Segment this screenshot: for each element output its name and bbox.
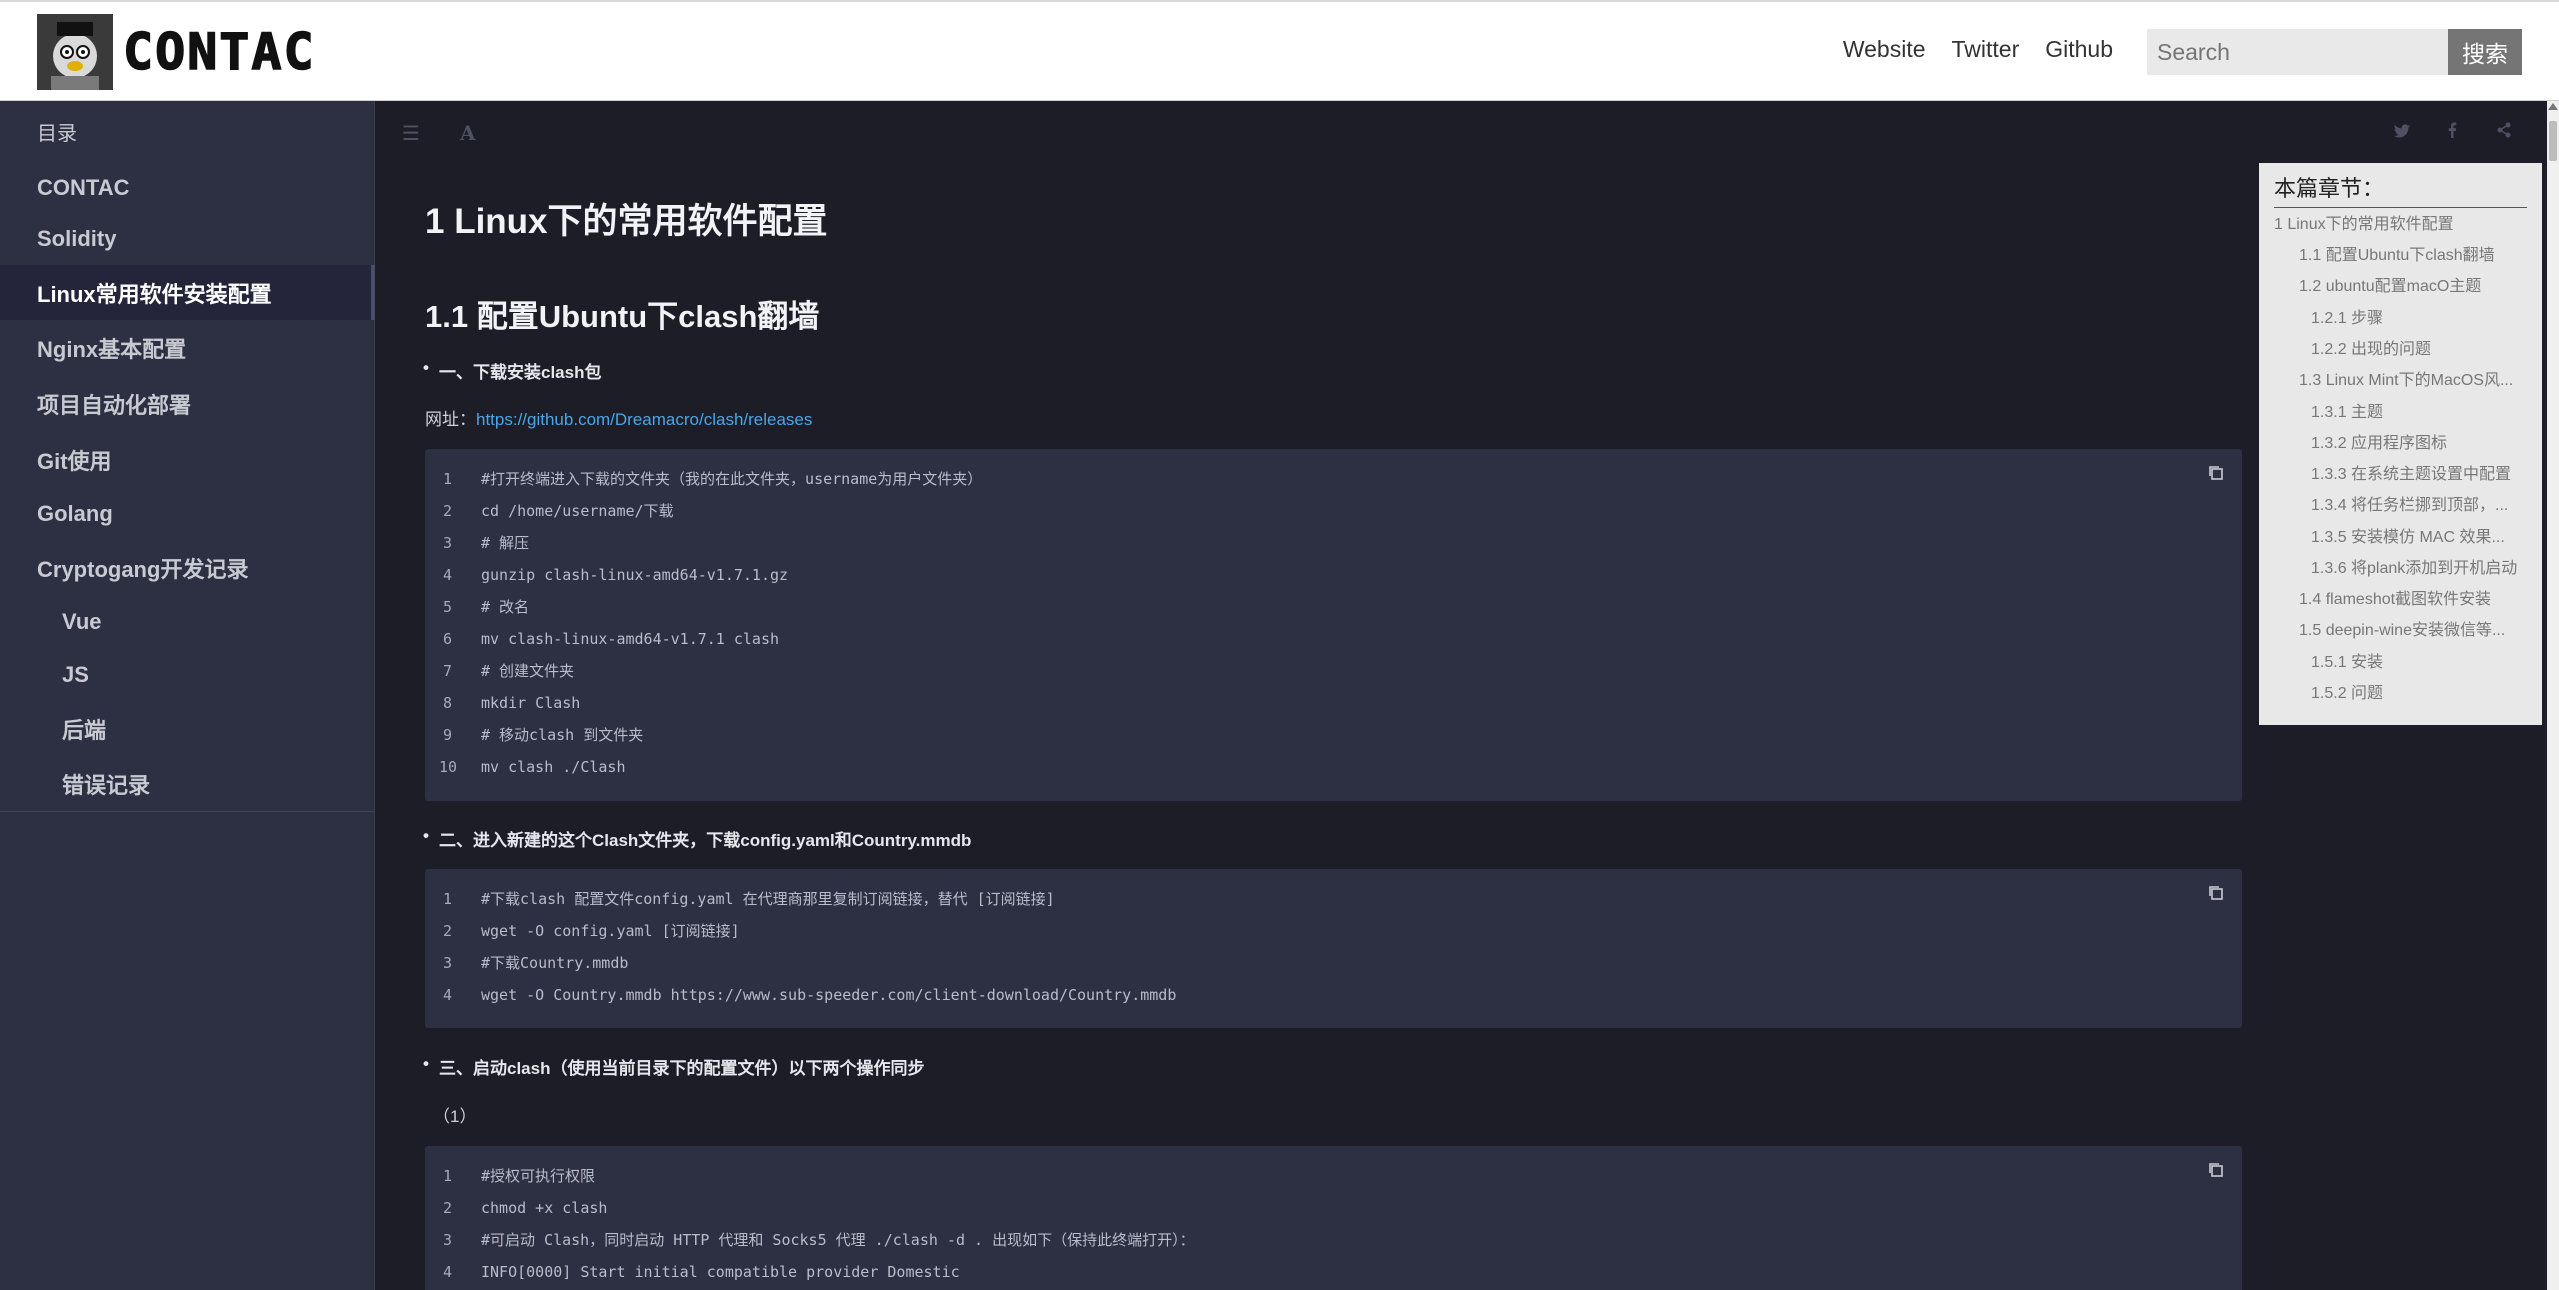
sidebar-item-js[interactable]: JS [0,648,375,701]
sidebar-item-deploy[interactable]: 项目自动化部署 [0,376,375,432]
nav-github-link[interactable]: Github [2045,36,2113,63]
step-label: （1） [433,1107,477,1126]
toc-item[interactable]: 1.5.1 安装 [2311,650,2534,676]
sidebar-list: CONTAC Solidity Linux常用软件安装配置 Nginx基本配置 … [0,163,375,812]
sidebar-item-nginx[interactable]: Nginx基本配置 [0,320,375,376]
section-title: 1.1 配置Ubuntu下clash翻墙 [425,299,820,334]
code-block-2: 1 #下载clash 配置文件config.yaml 在代理商那里复制订阅链接，替… [425,869,2242,1028]
toc-item[interactable]: 1.2 ubuntu配置macO主题 [2299,274,2534,300]
toc-item[interactable]: 1.5.2 问题 [2311,681,2534,707]
toc-item[interactable]: 1 Linux下的常用软件配置 [2274,212,2534,238]
menu-icon[interactable]: ☰ [402,121,420,146]
url-label: 网址： [425,410,476,429]
search-box: 搜索 [2147,29,2522,75]
facebook-icon[interactable] [2447,121,2457,144]
sidebar-title: 目录 [37,123,77,145]
logo-avatar-image [37,14,113,90]
toc-item[interactable]: 1.3.2 应用程序图标 [2311,431,2534,457]
page-title: 1 Linux下的常用软件配置 [425,202,828,241]
toc-panel: 本篇章节： 1 Linux下的常用软件配置 1.1 配置Ubuntu下clash… [2259,163,2542,725]
toc-item[interactable]: 1.3.1 主题 [2311,400,2534,426]
sidebar-item-cryptogang[interactable]: Cryptogang开发记录 [0,540,375,596]
copy-icon[interactable] [2206,463,2226,483]
url-paragraph: 网址：https://github.com/Dreamacro/clash/re… [425,405,812,430]
bullet-step-2: 二、进入新建的这个Clash文件夹，下载config.yaml和Country.… [423,826,971,851]
sidebar: 目录 CONTAC Solidity Linux常用软件安装配置 Nginx基本… [0,101,375,1290]
sidebar-item-git[interactable]: Git使用 [0,432,375,487]
releases-link[interactable]: https://github.com/Dreamacro/clash/relea… [476,410,812,429]
toc-item[interactable]: 1.3.5 安装模仿 MAC 效果... [2311,525,2534,551]
sidebar-item-golang[interactable]: Golang [0,487,375,540]
font-icon[interactable]: A [460,121,476,145]
toc-item[interactable]: 1.2.2 出现的问题 [2311,337,2534,363]
logo-text: CONTAC [122,22,316,82]
copy-icon[interactable] [2206,1160,2226,1180]
toc-item[interactable]: 1.1 配置Ubuntu下clash翻墙 [2299,243,2534,269]
content-toolbar: ☰ A [375,101,2547,161]
nav-website-link[interactable]: Website [1843,36,1926,63]
bullet-step-3: 三、启动clash（使用当前目录下的配置文件）以下两个操作同步 [423,1054,925,1079]
toc-item[interactable]: 1.5 deepin-wine安装微信等... [2299,618,2534,644]
toc-title: 本篇章节： [2274,176,2385,201]
page-scrollbar[interactable] [2547,101,2559,1290]
nav-twitter-link[interactable]: Twitter [1952,36,2020,63]
sidebar-item-backend[interactable]: 后端 [0,701,375,756]
toc-item[interactable]: 1.3.3 在系统主题设置中配置 [2311,462,2534,488]
sidebar-item-vue[interactable]: Vue [0,596,375,648]
bullet-step-1: 一、下载安装clash包 [423,358,602,383]
toc-divider [2274,207,2527,208]
logo[interactable]: CONTAC [37,14,316,90]
top-nav: Website Twitter Github [1843,36,2113,63]
scrollbar-thumb[interactable] [2549,121,2557,161]
main-content: ☰ A 1 Linux下的常用软件配置 1.1 配置Ubuntu下clash翻墙… [375,101,2547,1290]
search-button[interactable]: 搜索 [2448,29,2522,75]
sidebar-item-contac[interactable]: CONTAC [0,163,375,213]
search-input[interactable] [2147,29,2449,75]
toc-item[interactable]: 1.4 flameshot截图软件安装 [2299,587,2534,613]
toc-item[interactable]: 1.3.6 将plank添加到开机启动 [2311,556,2534,582]
copy-icon[interactable] [2206,883,2226,903]
toc-item[interactable]: 1.3.4 将任务栏挪到顶部，... [2311,493,2534,519]
toc-item[interactable]: 1.3 Linux Mint下的MacOS风... [2299,368,2534,394]
code-block-1: 1 #打开终端进入下载的文件夹（我的在此文件夹，username为用户文件夹） 2… [425,449,2242,801]
top-header: CONTAC Website Twitter Github 搜索 [0,0,2559,101]
sidebar-item-errors[interactable]: 错误记录 [0,756,375,812]
sidebar-item-linux[interactable]: Linux常用软件安装配置 [0,265,375,320]
twitter-icon[interactable] [2394,121,2410,144]
sidebar-item-solidity[interactable]: Solidity [0,213,375,265]
share-icon[interactable] [2496,121,2512,144]
toc-item[interactable]: 1.2.1 步骤 [2311,306,2534,332]
code-block-3: 1 #授权可执行权限 2 chmod +x clash 3 #可启动 Clash，同时… [425,1146,2242,1290]
scroll-up-arrow-icon[interactable] [2548,103,2558,110]
